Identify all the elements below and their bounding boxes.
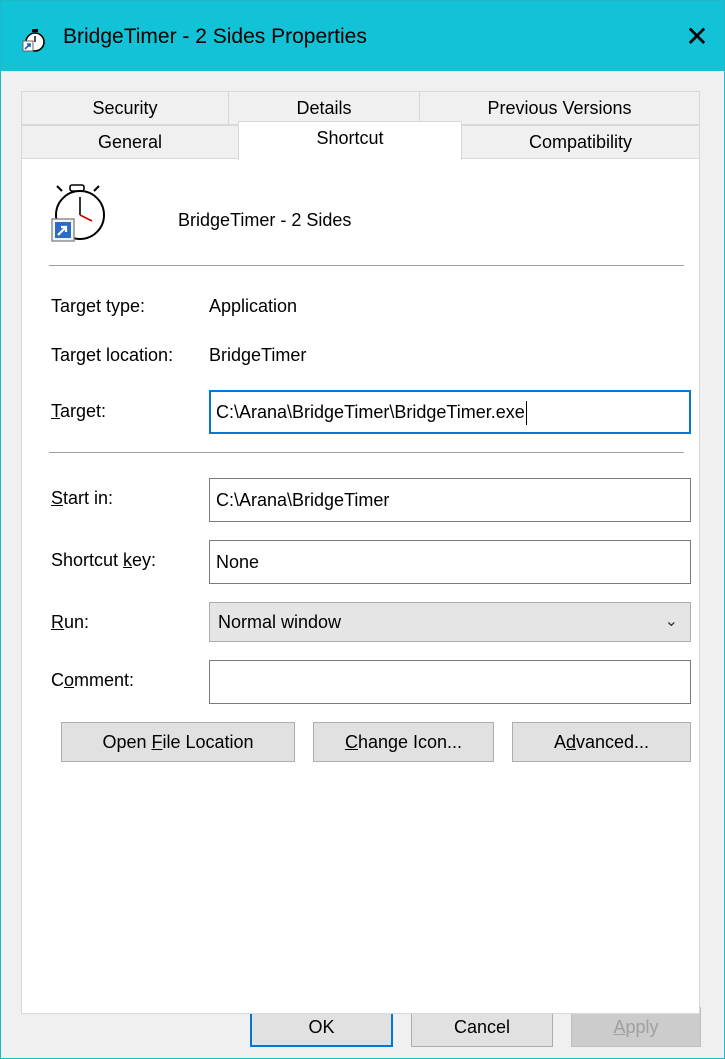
stopwatch-shortcut-icon [51,184,105,242]
shortcut-panel: BridgeTimer - 2 Sides Target type: Appli… [21,158,700,1014]
stopwatch-app-icon [22,29,45,52]
target-type-label: Target type: [51,296,146,316]
comment-input[interactable] [209,660,691,704]
target-label: Target: [51,401,107,421]
shortcut-key-input[interactable]: None [209,540,691,584]
comment-label: Comment: [51,670,135,690]
advanced-button[interactable]: Advanced... [512,722,691,762]
start-in-label: Start in: [51,488,114,508]
close-icon: ✕ [685,20,709,52]
run-label: Run: [51,612,90,632]
run-select[interactable]: Normal window ⌄ [209,602,691,642]
title-bar[interactable]: BridgeTimer - 2 Sides Properties ✕ [1,1,724,71]
chevron-down-icon: ⌄ [664,613,678,630]
shortcut-name: BridgeTimer - 2 Sides [178,210,352,230]
separator-top [49,265,684,266]
tab-previous-versions[interactable]: Previous Versions [419,91,700,125]
tab-shortcut[interactable]: Shortcut [238,121,462,160]
shortcut-key-label: Shortcut key: [51,550,157,570]
run-selected-value: Normal window [218,612,342,632]
window-title: BridgeTimer - 2 Sides Properties [63,25,367,48]
target-type-value: Application [209,296,298,316]
target-location-label: Target location: [51,345,174,365]
tab-compatibility[interactable]: Compatibility [461,125,700,159]
tab-security[interactable]: Security [21,91,229,125]
close-button[interactable]: ✕ [674,13,720,59]
tab-general[interactable]: General [21,125,239,159]
text-caret [525,401,527,426]
change-icon-button[interactable]: Change Icon... [313,722,494,762]
start-in-input[interactable]: C:\Arana\BridgeTimer [209,478,691,522]
separator-middle [49,452,684,453]
open-file-location-button[interactable]: Open File Location [61,722,295,762]
tab-details[interactable]: Details [228,91,420,125]
target-location-value: BridgeTimer [209,345,307,365]
target-input[interactable]: C:\Arana\BridgeTimer\BridgeTimer.exe [209,390,691,434]
properties-dialog: BridgeTimer - 2 Sides Properties ✕ Secur… [0,0,725,1059]
